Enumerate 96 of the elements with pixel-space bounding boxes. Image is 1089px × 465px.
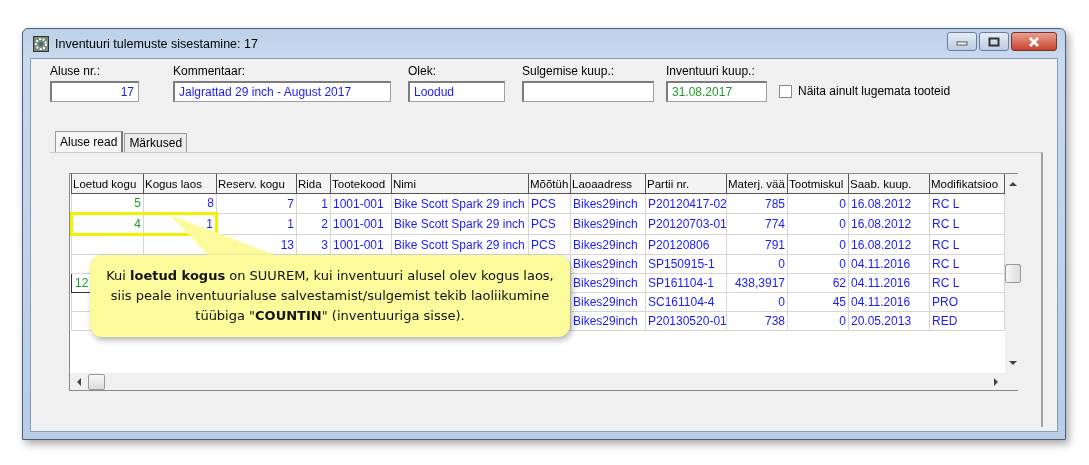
- maximize-icon: [988, 36, 1000, 47]
- table-cell: 04.11.2016: [848, 273, 930, 293]
- table-cell: 04.11.2016: [848, 292, 930, 312]
- table-cell: SC161104-4: [645, 292, 727, 312]
- field-label: Sulgemise kuup.:: [522, 64, 616, 78]
- gear-icon: [33, 35, 49, 52]
- column-header[interactable]: Nimi: [391, 174, 529, 194]
- column-header[interactable]: Saab. kuup.: [848, 174, 930, 194]
- table-cell: Bikes29inch: [570, 254, 646, 274]
- table-cell: 4: [71, 213, 144, 235]
- table-cell: Bikes29inch: [570, 193, 646, 214]
- table-cell: RC L: [929, 213, 1005, 235]
- table-cell: 16.08.2012: [848, 193, 930, 214]
- column-header[interactable]: Materj. vää: [726, 174, 788, 194]
- close-button[interactable]: [1011, 32, 1057, 51]
- field-label: Aluse nr.:: [50, 64, 102, 78]
- table-cell: 738: [726, 311, 788, 331]
- column-header[interactable]: Modifikatsioo: [929, 174, 1005, 194]
- window-title: Inventuuri tulemuste sisestamine: 17: [55, 36, 258, 51]
- field-label: Kommentaar:: [173, 64, 247, 78]
- column-header[interactable]: Reserv. kogu: [216, 174, 297, 194]
- column-header[interactable]: Laoaadress: [570, 174, 646, 194]
- table-cell: RC L: [929, 193, 1005, 214]
- column-header[interactable]: Loetud kogu: [71, 174, 144, 194]
- table-cell: 16.08.2012: [848, 213, 930, 235]
- checkbox-label: Näita ainult lugemata tooteid: [798, 84, 951, 98]
- table-cell: 7: [216, 193, 297, 214]
- scroll-right-icon[interactable]: [993, 377, 999, 386]
- input-field[interactable]: [522, 81, 654, 102]
- table-cell: 1001-001: [330, 213, 392, 235]
- table-cell: 0: [787, 193, 849, 214]
- table-cell: P20120703-01: [645, 213, 727, 235]
- scroll-thumb[interactable]: [88, 373, 105, 390]
- column-header[interactable]: Rida: [296, 174, 331, 194]
- maximize-button[interactable]: [979, 32, 1009, 51]
- tab[interactable]: Aluse read: [55, 131, 124, 152]
- input-field[interactable]: 17: [50, 81, 139, 102]
- table-cell: RC L: [929, 273, 1005, 293]
- table-cell: 791: [726, 234, 788, 255]
- field-label: Inventuuri kuup.:: [666, 64, 756, 78]
- table-cell: PRO: [929, 292, 1005, 312]
- table-cell: 0: [787, 311, 849, 331]
- callout-text: Kui loetud kogus on SUUREM, kui inventuuri alusel olev kogus laos, siis peale inventuurialuse salvestamist/sulgemist tekib laoliikumine tüübiga "COUNTIN" (inventuuriga sisse).: [105, 267, 555, 325]
- table-cell: PCS: [528, 193, 571, 214]
- scroll-left-icon[interactable]: [76, 377, 82, 386]
- table-cell: RED: [929, 311, 1005, 331]
- table-cell: 2: [296, 213, 331, 235]
- column-header[interactable]: Tootmiskul: [787, 174, 849, 194]
- checkbox[interactable]: [779, 84, 792, 98]
- table-cell: P20130520-01: [645, 311, 727, 331]
- column-header[interactable]: Tootekood: [330, 174, 392, 194]
- table-cell: PCS: [528, 234, 571, 255]
- table-cell: 1001-001: [330, 234, 392, 255]
- table-cell: 0: [726, 292, 788, 312]
- table-cell: SP150915-1: [645, 254, 727, 274]
- table-cell: 5: [71, 193, 144, 214]
- column-header[interactable]: Mõõtüh: [528, 174, 571, 194]
- table-cell: RC L: [929, 254, 1005, 274]
- vertical-scrollbar[interactable]: [1005, 174, 1021, 390]
- table-cell: 20.05.2013: [848, 311, 930, 331]
- table-cell: 45: [787, 292, 849, 312]
- table-cell: Bikes29inch: [570, 213, 646, 235]
- input-field[interactable]: Jalgrattad 29 inch - August 2017: [173, 81, 391, 102]
- table-cell: Bikes29inch: [570, 234, 646, 255]
- scroll-down-icon[interactable]: [1009, 361, 1017, 366]
- table-cell: 438,3917: [726, 273, 788, 293]
- field-label: Olek:: [408, 64, 437, 78]
- scroll-up-icon[interactable]: [1009, 181, 1017, 186]
- table-cell: 3: [296, 234, 331, 255]
- table-cell: 1001-001: [330, 193, 392, 214]
- table-cell: Bike Scott Spark 29 inch: [391, 213, 529, 235]
- column-header[interactable]: Partii nr.: [645, 174, 727, 194]
- table-cell: SP161104-1: [645, 273, 727, 293]
- table-cell: 1: [296, 193, 331, 214]
- table-cell: 0: [787, 254, 849, 274]
- table-cell: P20120417-02: [645, 193, 727, 214]
- input-field[interactable]: Loodud: [408, 81, 505, 102]
- scroll-thumb[interactable]: [1005, 264, 1021, 283]
- table-cell: 774: [726, 213, 788, 235]
- table-cell: PCS: [528, 213, 571, 235]
- table-cell: 0: [787, 213, 849, 235]
- input-field[interactable]: 31.08.2017: [666, 81, 767, 102]
- horizontal-scrollbar[interactable]: [70, 373, 1005, 390]
- table-cell: 62: [787, 273, 849, 293]
- close-icon: [1027, 35, 1041, 48]
- table-cell: P20120806: [645, 234, 727, 255]
- table-cell: 0: [787, 234, 849, 255]
- table-cell: 16.08.2012: [848, 234, 930, 255]
- table-cell: Bike Scott Spark 29 inch: [391, 234, 529, 255]
- table-cell: RC L: [929, 234, 1005, 255]
- column-header[interactable]: Kogus laos: [143, 174, 217, 194]
- tab[interactable]: Märkused: [124, 133, 188, 152]
- table-cell: 0: [726, 254, 788, 274]
- table-cell: 785: [726, 193, 788, 214]
- table-cell: Bike Scott Spark 29 inch: [391, 193, 529, 214]
- table-cell: 04.11.2016: [848, 254, 930, 274]
